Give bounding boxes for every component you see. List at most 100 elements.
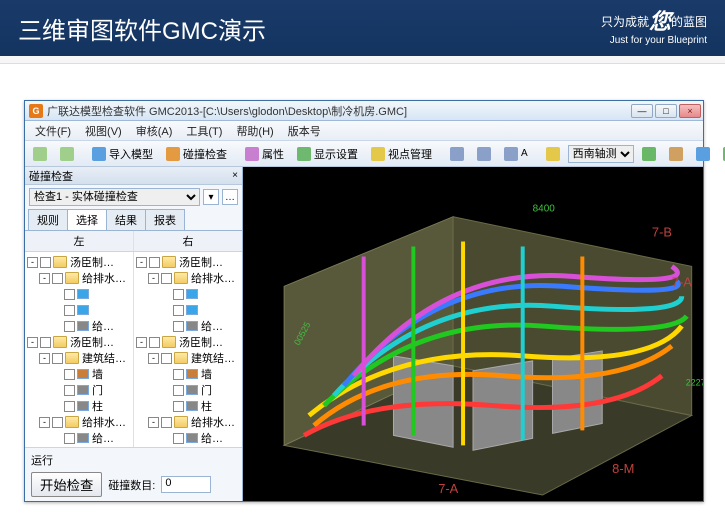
edit-icon[interactable] xyxy=(541,144,565,164)
tree-node[interactable]: 给… xyxy=(25,430,133,446)
tree-checkbox[interactable] xyxy=(64,321,75,332)
tree-right[interactable]: -汤臣制…-给排水…给…-汤臣制…-建筑结…墙门柱-给排水…给…-汤臣制…+建筑… xyxy=(134,252,242,447)
tree-node[interactable]: 门 xyxy=(25,382,133,398)
tree-checkbox[interactable] xyxy=(64,289,75,300)
tree-checkbox[interactable] xyxy=(161,273,172,284)
tree-checkbox[interactable] xyxy=(173,401,184,412)
expand-toggle-icon[interactable]: - xyxy=(136,337,147,348)
tree-node[interactable] xyxy=(25,302,133,318)
tree-node[interactable]: 墙 xyxy=(134,366,242,382)
expand-toggle-icon[interactable]: - xyxy=(39,353,50,364)
annotate-button[interactable]: A xyxy=(499,144,533,164)
cube-button[interactable] xyxy=(664,144,688,164)
nav-back-button[interactable] xyxy=(28,144,52,164)
tree-node[interactable]: -给排水… xyxy=(25,270,133,286)
tree-node[interactable]: 给… xyxy=(134,318,242,334)
menu-help[interactable]: 帮助(H) xyxy=(230,121,279,141)
axis-select[interactable]: 西南轴测 xyxy=(568,145,634,163)
tree-checkbox[interactable] xyxy=(161,417,172,428)
tree-node[interactable]: 给… xyxy=(134,430,242,446)
panel-opt-b-button[interactable]: … xyxy=(222,189,238,205)
menu-file[interactable]: 文件(F) xyxy=(29,121,77,141)
tree-checkbox[interactable] xyxy=(64,305,75,316)
tree-checkbox[interactable] xyxy=(173,433,184,444)
tree-checkbox[interactable] xyxy=(52,417,63,428)
expand-toggle-icon[interactable]: - xyxy=(136,257,147,268)
nav-fwd-button[interactable] xyxy=(55,144,79,164)
tree-node[interactable]: - 汤臣制… xyxy=(25,334,133,350)
tree-checkbox[interactable] xyxy=(161,353,172,364)
tree-node[interactable]: 墙 xyxy=(25,366,133,382)
expand-toggle-icon[interactable]: - xyxy=(27,257,38,268)
tree-checkbox[interactable] xyxy=(40,257,51,268)
collision-count-field[interactable]: 0 xyxy=(161,476,211,493)
menu-view[interactable]: 视图(V) xyxy=(79,121,128,141)
camera-button[interactable] xyxy=(445,144,469,164)
tree-node[interactable]: -给排水… xyxy=(25,414,133,430)
properties-button[interactable]: 属性 xyxy=(240,144,289,164)
tree-node[interactable] xyxy=(25,286,133,302)
tree-checkbox[interactable] xyxy=(149,257,160,268)
viewpoint-mgr-button[interactable]: 视点管理 xyxy=(366,144,437,164)
expand-toggle-icon[interactable]: - xyxy=(148,353,159,364)
tree-node[interactable]: -给排水… xyxy=(134,270,242,286)
tree-checkbox[interactable] xyxy=(52,273,63,284)
tool-b-button[interactable] xyxy=(718,144,725,164)
tree-node[interactable]: 柱 xyxy=(25,398,133,414)
tab-rules[interactable]: 规则 xyxy=(28,209,68,230)
tree-checkbox[interactable] xyxy=(64,401,75,412)
tree-checkbox[interactable] xyxy=(149,337,160,348)
tree-node[interactable]: 柱 xyxy=(134,398,242,414)
import-model-button[interactable]: 导入模型 xyxy=(87,144,158,164)
panel-header: 碰撞检查 × xyxy=(25,167,242,185)
tool-a-button[interactable] xyxy=(691,144,715,164)
tab-results[interactable]: 结果 xyxy=(106,209,146,230)
titlebar[interactable]: G 广联达模型检查软件 GMC2013-[C:\Users\glodon\Des… xyxy=(25,101,703,121)
tree-node[interactable]: -建筑结… xyxy=(134,350,242,366)
panel-opt-a-button[interactable]: ▾ xyxy=(203,189,219,205)
measure-button[interactable] xyxy=(472,144,496,164)
tab-select[interactable]: 选择 xyxy=(67,209,107,230)
tree-node[interactable]: -汤臣制… xyxy=(25,254,133,270)
check-select[interactable]: 检查1 - 实体碰撞检查 xyxy=(29,188,200,206)
tree-node[interactable]: -汤臣制… xyxy=(134,334,242,350)
expand-toggle-icon[interactable]: - xyxy=(148,273,159,284)
slide-header: 三维审图软件GMC演示 只为成就您的蓝图 Just for your Bluep… xyxy=(0,0,725,56)
tree-checkbox[interactable] xyxy=(64,369,75,380)
tree-node[interactable]: -建筑结… xyxy=(25,350,133,366)
tree-node[interactable] xyxy=(134,286,242,302)
close-button[interactable]: × xyxy=(679,104,701,118)
tree-node[interactable] xyxy=(134,302,242,318)
brush-button[interactable] xyxy=(637,144,661,164)
3d-viewport[interactable]: 7-B 7-A 8400 00525 7-A 8-M 2227 xyxy=(243,167,703,501)
tree-node[interactable]: 门 xyxy=(134,382,242,398)
tab-report[interactable]: 报表 xyxy=(145,209,185,230)
tree-node[interactable]: -给排水… xyxy=(134,414,242,430)
tree-checkbox[interactable] xyxy=(173,369,184,380)
expand-toggle-icon[interactable]: - xyxy=(148,417,159,428)
tree-left[interactable]: -汤臣制…-给排水…给…-汤臣制…-建筑结…墙门柱-给排水…给…-汤臣制…+建筑… xyxy=(25,252,134,447)
menu-audit[interactable]: 审核(A) xyxy=(130,121,179,141)
tree-checkbox[interactable] xyxy=(173,385,184,396)
tree-checkbox[interactable] xyxy=(64,385,75,396)
menu-version[interactable]: 版本号 xyxy=(282,121,327,141)
start-check-button[interactable]: 开始检查 xyxy=(31,472,102,497)
collision-check-button[interactable]: 碰撞检查 xyxy=(161,144,232,164)
tree-node-label: 汤臣制… xyxy=(70,334,114,350)
tree-checkbox[interactable] xyxy=(52,353,63,364)
menu-tools[interactable]: 工具(T) xyxy=(180,121,228,141)
tree-checkbox[interactable] xyxy=(173,321,184,332)
tree-node[interactable]: 给… xyxy=(25,318,133,334)
display-settings-button[interactable]: 显示设置 xyxy=(292,144,363,164)
tree-checkbox[interactable] xyxy=(40,337,51,348)
expand-toggle-icon[interactable]: - xyxy=(39,273,50,284)
maximize-button[interactable]: □ xyxy=(655,104,677,118)
tree-checkbox[interactable] xyxy=(64,433,75,444)
tree-node[interactable]: -汤臣制… xyxy=(134,254,242,270)
expand-toggle-icon[interactable]: - xyxy=(27,337,38,348)
tree-checkbox[interactable] xyxy=(173,289,184,300)
expand-toggle-icon[interactable]: - xyxy=(39,417,50,428)
panel-close-icon[interactable]: × xyxy=(232,170,238,181)
tree-checkbox[interactable] xyxy=(173,305,184,316)
minimize-button[interactable]: — xyxy=(631,104,653,118)
